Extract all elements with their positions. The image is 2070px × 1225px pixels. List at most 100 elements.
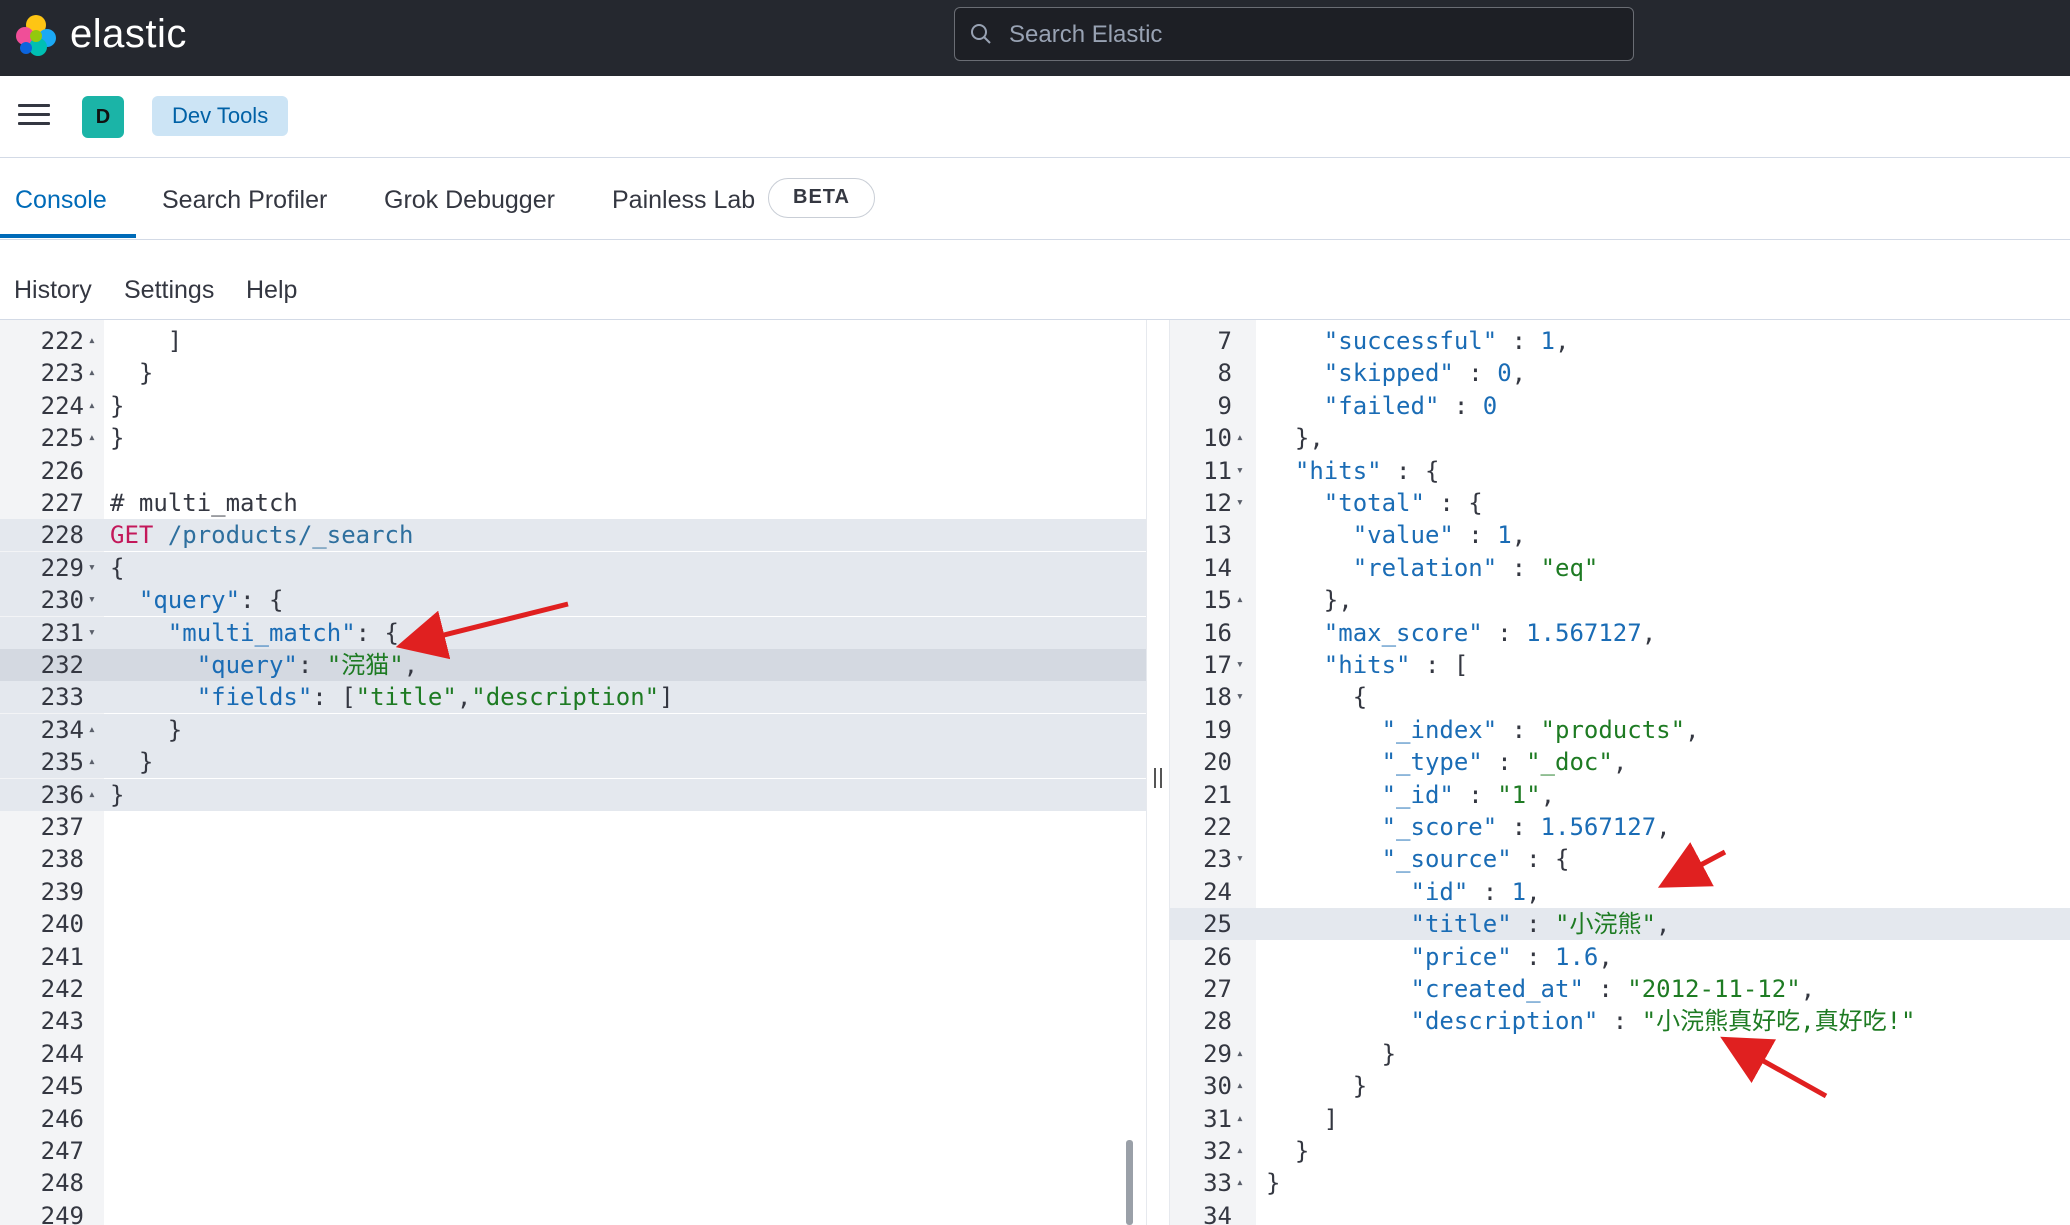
editor-line[interactable]: 222 ▴ ] <box>0 325 1146 357</box>
editor-line[interactable]: 235 ▴ } <box>0 746 1146 779</box>
editor-line[interactable]: 226 <box>0 455 1146 487</box>
tab-console[interactable]: Console <box>15 186 107 215</box>
fold-toggle-icon[interactable]: ▴ <box>1236 422 1250 454</box>
history-link[interactable]: History <box>14 276 92 305</box>
settings-link[interactable]: Settings <box>124 276 214 305</box>
code-text: "relation" : "eq" <box>1352 553 1599 582</box>
editor-line[interactable]: 225 ▴} <box>0 422 1146 454</box>
output-line[interactable]: 16 "max_score" : 1.567127, <box>1170 617 2070 649</box>
output-line[interactable]: 7 "successful" : 1, <box>1170 325 2070 357</box>
output-line[interactable]: 14 "relation" : "eq" <box>1170 552 2070 584</box>
editor-line[interactable]: 223 ▴ } <box>0 357 1146 389</box>
fold-toggle-icon[interactable]: ▾ <box>1236 487 1250 519</box>
fold-toggle-icon[interactable]: ▴ <box>88 357 102 389</box>
fold-toggle-icon[interactable]: ▴ <box>88 422 102 454</box>
editor-scrollbar[interactable] <box>1126 1140 1133 1225</box>
space-avatar[interactable]: D <box>82 96 124 138</box>
output-line[interactable]: 19 "_index" : "products", <box>1170 714 2070 746</box>
editor-line[interactable]: 248 <box>0 1167 1146 1199</box>
editor-line[interactable]: 224 ▴} <box>0 390 1146 422</box>
output-line[interactable]: 17 ▾ "hits" : [ <box>1170 649 2070 681</box>
fold-toggle-icon[interactable]: ▾ <box>1236 649 1250 681</box>
tab-painless-lab[interactable]: Painless Lab <box>612 186 755 215</box>
fold-toggle-icon[interactable]: ▴ <box>1236 1038 1250 1070</box>
output-line[interactable]: 18 ▾ { <box>1170 681 2070 713</box>
editor-line[interactable]: 237 <box>0 811 1146 843</box>
pane-resizer[interactable] <box>1146 320 1170 1225</box>
output-line[interactable]: 20 "_type" : "_doc", <box>1170 746 2070 778</box>
fold-toggle-icon[interactable]: ▾ <box>88 617 102 649</box>
search-input[interactable] <box>1007 16 1611 54</box>
output-line[interactable]: 29 ▴ } <box>1170 1038 2070 1070</box>
fold-toggle-icon[interactable]: ▴ <box>88 390 102 422</box>
editor-line[interactable]: 247 <box>0 1135 1146 1167</box>
editor-line[interactable]: 228 GET /products/_search <box>0 519 1146 552</box>
fold-toggle-icon[interactable]: ▴ <box>1236 1070 1250 1102</box>
fold-toggle-icon[interactable]: ▾ <box>88 552 102 584</box>
editor-line[interactable]: 230 ▾ "query": { <box>0 584 1146 617</box>
editor-line[interactable]: 233 "fields": ["title","description"] <box>0 681 1146 714</box>
elastic-logo-icon[interactable] <box>14 14 58 58</box>
editor-line[interactable]: 242 <box>0 973 1146 1005</box>
brand-name[interactable]: elastic <box>70 12 187 57</box>
editor-line[interactable]: 231 ▾ "multi_match": { <box>0 616 1146 649</box>
output-line[interactable]: 34 <box>1170 1200 2070 1225</box>
help-link[interactable]: Help <box>246 276 297 305</box>
output-line[interactable]: 12 ▾ "total" : { <box>1170 487 2070 519</box>
output-line[interactable]: 9 "failed" : 0 <box>1170 390 2070 422</box>
fold-toggle-icon[interactable]: ▴ <box>1236 1135 1250 1167</box>
fold-toggle-icon[interactable]: ▴ <box>88 714 102 746</box>
output-line[interactable]: 32 ▴ } <box>1170 1135 2070 1167</box>
output-line[interactable]: 28 "description" : "小浣熊真好吃,真好吃!" <box>1170 1005 2070 1037</box>
fold-toggle-icon[interactable]: ▴ <box>88 325 102 357</box>
output-line[interactable]: 23 ▾ "_source" : { <box>1170 843 2070 875</box>
response-output[interactable]: 7 "successful" : 1, 8 "skipped" : 0, 9 "fa… <box>1170 320 2070 1225</box>
editor-line[interactable]: 229 ▾ { <box>0 551 1146 584</box>
fold-toggle-icon[interactable]: ▴ <box>1236 1103 1250 1135</box>
request-editor[interactable]: 222 ▴ ] 223 ▴ } 224 ▴} 225 ▴} 226 227 # multi_matc… <box>0 320 1146 1225</box>
hamburger-menu-icon[interactable] <box>18 100 50 132</box>
output-line[interactable]: 22 "_score" : 1.567127, <box>1170 811 2070 843</box>
global-search[interactable] <box>954 7 1634 61</box>
editor-line[interactable]: 236 ▴} <box>0 778 1146 811</box>
editor-line[interactable]: 238 <box>0 843 1146 875</box>
editor-line[interactable]: 245 <box>0 1070 1146 1102</box>
output-line[interactable]: 27 "created_at" : "2012-11-12", <box>1170 973 2070 1005</box>
output-line[interactable]: 26 "price" : 1.6, <box>1170 941 2070 973</box>
editor-line[interactable]: 246 <box>0 1103 1146 1135</box>
tab-grok-debugger[interactable]: Grok Debugger <box>384 186 555 215</box>
line-number: 24 <box>1203 877 1232 906</box>
output-line[interactable]: 10 ▴ }, <box>1170 422 2070 454</box>
line-number: 12 <box>1203 489 1232 517</box>
editor-line[interactable]: 234 ▴ } <box>0 713 1146 746</box>
fold-toggle-icon[interactable]: ▾ <box>1236 681 1250 713</box>
output-line[interactable]: 31 ▴ ] <box>1170 1103 2070 1135</box>
editor-line[interactable]: 240 <box>0 908 1146 940</box>
output-line[interactable]: 25 "title" : "小浣熊", <box>1170 908 2070 941</box>
breadcrumb-dev-tools[interactable]: Dev Tools <box>152 96 289 136</box>
fold-toggle-icon[interactable]: ▾ <box>1236 843 1250 875</box>
output-line[interactable]: 21 "_id" : "1", <box>1170 779 2070 811</box>
line-number: 241 <box>40 942 84 971</box>
tab-search-profiler[interactable]: Search Profiler <box>162 186 327 215</box>
editor-line[interactable]: 243 <box>0 1005 1146 1037</box>
editor-line[interactable]: 239 <box>0 876 1146 908</box>
output-line[interactable]: 24 "id" : 1, <box>1170 876 2070 908</box>
output-line[interactable]: 15 ▴ }, <box>1170 584 2070 616</box>
fold-toggle-icon[interactable]: ▾ <box>1236 455 1250 487</box>
fold-toggle-icon[interactable]: ▴ <box>1236 584 1250 616</box>
fold-toggle-icon[interactable]: ▴ <box>88 746 102 778</box>
output-line[interactable]: 30 ▴ } <box>1170 1070 2070 1102</box>
editor-line[interactable]: 241 <box>0 941 1146 973</box>
output-line[interactable]: 11 ▾ "hits" : { <box>1170 455 2070 487</box>
editor-line[interactable]: 227 # multi_match <box>0 487 1146 519</box>
editor-line[interactable]: 249 <box>0 1200 1146 1225</box>
fold-toggle-icon[interactable]: ▾ <box>88 584 102 616</box>
fold-toggle-icon[interactable]: ▴ <box>88 779 102 811</box>
output-line[interactable]: 33 ▴} <box>1170 1167 2070 1199</box>
fold-toggle-icon[interactable]: ▴ <box>1236 1167 1250 1199</box>
editor-line[interactable]: 244 <box>0 1038 1146 1070</box>
output-line[interactable]: 13 "value" : 1, <box>1170 519 2070 551</box>
output-line[interactable]: 8 "skipped" : 0, <box>1170 357 2070 389</box>
editor-line[interactable]: 232 "query": "浣猫", <box>0 649 1146 681</box>
